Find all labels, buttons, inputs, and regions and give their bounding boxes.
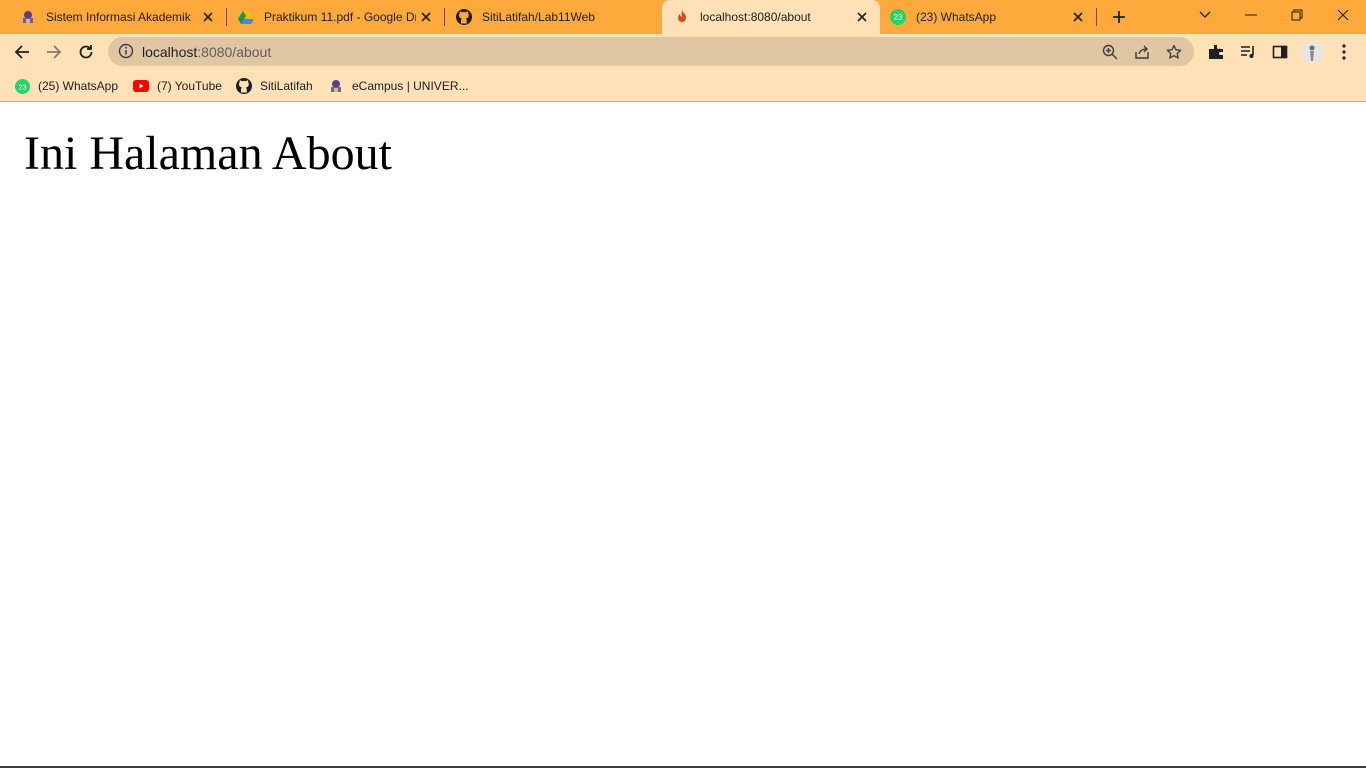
tab-title: SitiLatifah/Lab11Web	[482, 10, 595, 24]
zoom-icon[interactable]	[1100, 42, 1120, 62]
plus-icon	[1113, 11, 1125, 23]
bookmark-label: (25) WhatsApp	[38, 79, 119, 93]
profile-avatar[interactable]	[1300, 40, 1324, 64]
close-icon[interactable]	[852, 7, 872, 27]
university-icon	[20, 9, 36, 25]
arrow-left-icon	[14, 45, 29, 59]
info-icon[interactable]	[118, 43, 134, 59]
bookmark-label: eCampus | UNIVER...	[352, 79, 469, 93]
minimize-button[interactable]	[1228, 0, 1274, 30]
tab-title: (23) WhatsApp	[916, 10, 997, 24]
codeigniter-icon	[674, 9, 690, 25]
tab-whatsapp[interactable]: 23 (23) WhatsApp	[880, 0, 1096, 34]
tab-separator	[1096, 8, 1097, 26]
url-path: :8080/about	[197, 44, 272, 60]
tab-strip: Sistem Informasi Akademik Praktikum 11.p…	[0, 0, 1366, 34]
tab-google-drive[interactable]: Praktikum 11.pdf - Google Drive	[218, 0, 444, 34]
tab-title: localhost:8080/about	[700, 10, 811, 24]
tab-search-button[interactable]	[1182, 0, 1228, 30]
close-window-button[interactable]	[1320, 0, 1366, 30]
reload-button[interactable]	[72, 38, 100, 66]
browser-toolbar: localhost:8080/about	[0, 34, 1366, 70]
whatsapp-badge: 23	[894, 13, 903, 22]
bookmark-label: (7) YouTube	[157, 79, 222, 93]
tab-github-lab11web[interactable]: SitiLatifah/Lab11Web	[436, 0, 662, 34]
address-bar[interactable]: localhost:8080/about	[108, 37, 1194, 66]
github-icon	[456, 9, 472, 25]
bookmark-ecampus[interactable]: eCampus | UNIVER...	[328, 76, 468, 96]
bookmark-youtube[interactable]: (7) YouTube	[133, 76, 222, 96]
bookmark-label: SitiLatifah	[260, 79, 313, 93]
restore-button[interactable]	[1274, 0, 1320, 30]
url-text[interactable]: localhost:8080/about	[142, 44, 271, 60]
bookmark-whatsapp[interactable]: 23 (25) WhatsApp	[14, 76, 118, 96]
tab-title: Praktikum 11.pdf - Google Drive	[264, 10, 416, 24]
media-control-icon[interactable]	[1236, 40, 1260, 64]
page-heading: Ini Halaman About	[24, 127, 392, 180]
close-icon[interactable]	[416, 7, 436, 27]
youtube-icon	[133, 78, 149, 94]
whatsapp-icon: 23	[890, 9, 906, 25]
bookmarks-bar: 23 (25) WhatsApp (7) YouTube SitiLatifah…	[0, 70, 1366, 102]
bookmark-star-icon[interactable]	[1164, 42, 1184, 62]
url-host: localhost	[142, 44, 198, 60]
share-icon[interactable]	[1132, 42, 1152, 62]
close-icon	[1337, 9, 1349, 21]
close-icon[interactable]	[198, 7, 218, 27]
more-menu-icon[interactable]	[1332, 40, 1356, 64]
chevron-down-icon	[1199, 11, 1211, 18]
reload-icon	[79, 45, 93, 59]
forward-button[interactable]	[40, 38, 68, 66]
page-content: Ini Halaman About	[0, 103, 1366, 768]
close-icon[interactable]	[1068, 7, 1088, 27]
tab-localhost-about[interactable]: localhost:8080/about	[662, 0, 880, 34]
bookmark-github[interactable]: SitiLatifah	[236, 76, 313, 96]
side-panel-icon[interactable]	[1268, 40, 1292, 64]
tab-title: Sistem Informasi Akademik	[46, 10, 191, 24]
new-tab-button[interactable]	[1107, 5, 1131, 29]
university-icon	[328, 78, 344, 94]
whatsapp-badge: 23	[18, 82, 26, 91]
back-button[interactable]	[8, 38, 36, 66]
whatsapp-icon: 23	[14, 78, 30, 94]
minimize-icon	[1245, 14, 1257, 16]
tab-sistem-informasi[interactable]: Sistem Informasi Akademik	[0, 0, 226, 34]
arrow-right-icon	[47, 45, 62, 59]
github-icon	[236, 78, 252, 94]
google-drive-icon	[238, 9, 254, 25]
restore-icon	[1291, 9, 1303, 21]
extensions-icon[interactable]	[1204, 40, 1228, 64]
